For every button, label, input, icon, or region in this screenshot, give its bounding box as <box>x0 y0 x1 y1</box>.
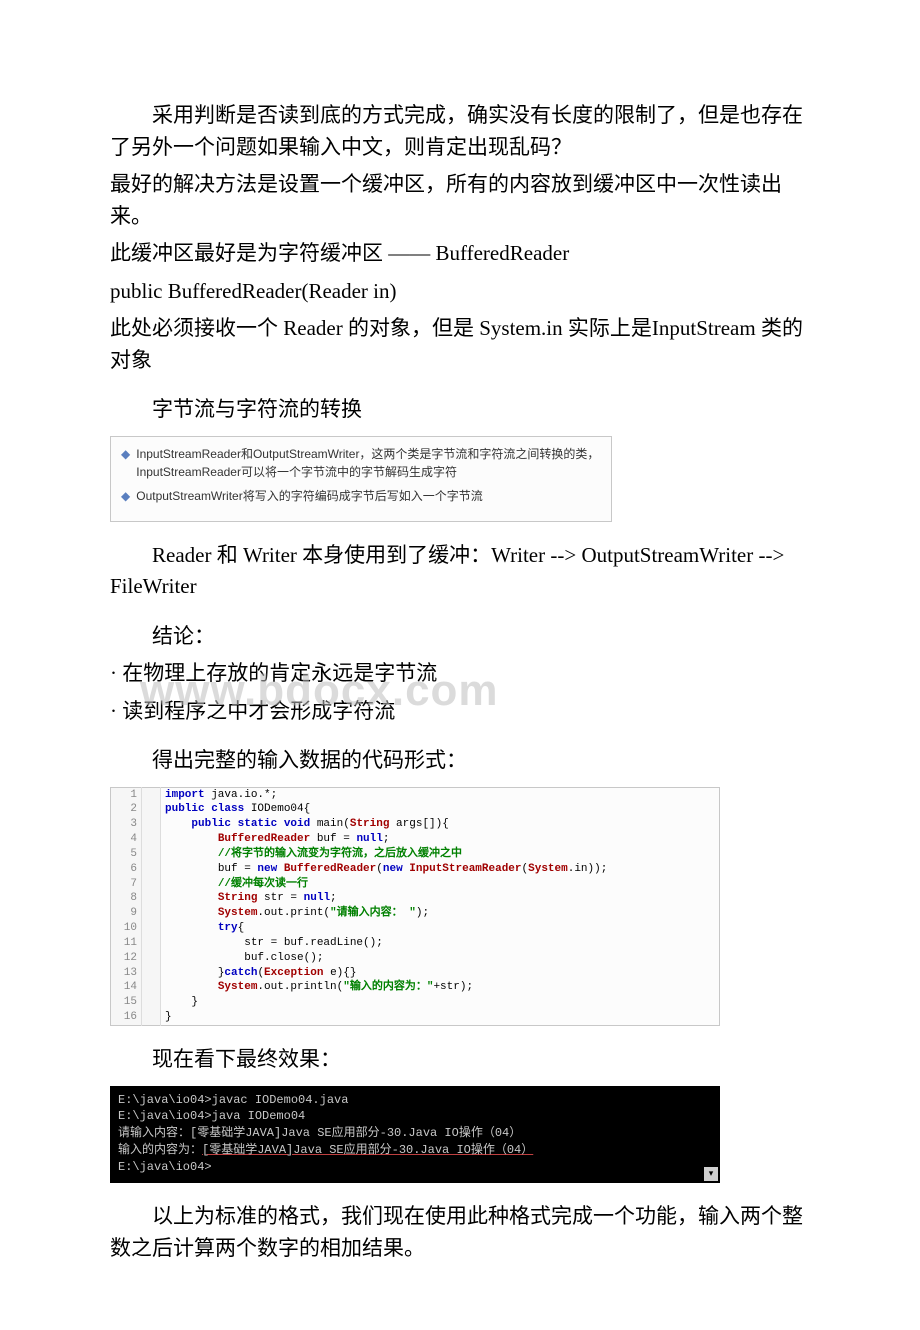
paragraph: 以上为标准的格式，我们现在使用此种格式完成一个功能，输入两个整数之后计算两个数字… <box>110 1201 810 1264</box>
diamond-icon: ◆ <box>121 487 130 505</box>
terminal-line: 请输入内容：[零基础学JAVA]Java SE应用部分-30.Java IO操作… <box>118 1125 712 1142</box>
heading: 现在看下最终效果： <box>110 1044 810 1076</box>
terminal-line: E:\java\io04>java IODemo04 <box>118 1108 712 1125</box>
paragraph: 此缓冲区最好是为字符缓冲区 —— BufferedReader <box>110 238 810 270</box>
line-number: 1 <box>111 787 142 802</box>
line-number: 8 <box>111 891 142 906</box>
terminal-line: E:\java\io04> <box>118 1159 712 1176</box>
bullet-text: OutputStreamWriter将写入的字符编码成字节后写如入一个字节流 <box>136 487 482 505</box>
line-number: 11 <box>111 936 142 951</box>
list-item: · 读到程序之中才会形成字符流 <box>110 696 810 728</box>
line-number: 9 <box>111 906 142 921</box>
line-number: 10 <box>111 921 142 936</box>
terminal-line: 输入的内容为：[零基础学JAVA]Java SE应用部分-30.Java IO操… <box>118 1142 712 1159</box>
scroll-down-icon[interactable]: ▾ <box>704 1167 718 1181</box>
heading: 字节流与字符流的转换 <box>110 394 810 426</box>
code-block: 1import java.io.*; 2public class IODemo0… <box>110 787 720 1027</box>
code-image: 1import java.io.*; 2public class IODemo0… <box>110 787 810 1027</box>
terminal-output: E:\java\io04>javac IODemo04.java E:\java… <box>110 1086 720 1184</box>
line-number: 16 <box>111 1010 142 1025</box>
list-item: · 在物理上存放的肯定永远是字节流 <box>110 658 810 690</box>
paragraph: Reader 和 Writer 本身使用到了缓冲：Writer --> Outp… <box>110 540 810 603</box>
line-number: 7 <box>111 877 142 892</box>
line-number: 2 <box>111 802 142 817</box>
paragraph: 采用判断是否读到底的方式完成，确实没有长度的限制了，但是也存在了另外一个问题如果… <box>110 100 810 163</box>
line-number: 14 <box>111 980 142 995</box>
line-number: 12 <box>111 951 142 966</box>
heading: 结论： <box>110 621 810 653</box>
document-page: www.bdocx.com 采用判断是否读到底的方式完成，确实没有长度的限制了，… <box>0 0 920 1330</box>
bullet-list: ◆ InputStreamReader和OutputStreamWriter，这… <box>110 436 612 522</box>
bullet-item: ◆ InputStreamReader和OutputStreamWriter，这… <box>121 445 601 481</box>
heading: 得出完整的输入数据的代码形式： <box>110 745 810 777</box>
line-number: 6 <box>111 862 142 877</box>
line-number: 15 <box>111 995 142 1010</box>
bullet-image: ◆ InputStreamReader和OutputStreamWriter，这… <box>110 436 810 522</box>
line-number: 4 <box>111 832 142 847</box>
line-number: 5 <box>111 847 142 862</box>
diamond-icon: ◆ <box>121 445 130 463</box>
paragraph: 最好的解决方法是设置一个缓冲区，所有的内容放到缓冲区中一次性读出来。 <box>110 169 810 232</box>
paragraph: 此处必须接收一个 Reader 的对象，但是 System.in 实际上是Inp… <box>110 313 810 376</box>
bullet-text: InputStreamReader和OutputStreamWriter，这两个… <box>136 445 601 481</box>
terminal-image: E:\java\io04>javac IODemo04.java E:\java… <box>110 1086 810 1184</box>
bullet-item: ◆ OutputStreamWriter将写入的字符编码成字节后写如入一个字节流 <box>121 487 601 505</box>
code-line: public BufferedReader(Reader in) <box>110 276 810 308</box>
terminal-line: E:\java\io04>javac IODemo04.java <box>118 1092 712 1109</box>
line-number: 13 <box>111 966 142 981</box>
line-number: 3 <box>111 817 142 832</box>
